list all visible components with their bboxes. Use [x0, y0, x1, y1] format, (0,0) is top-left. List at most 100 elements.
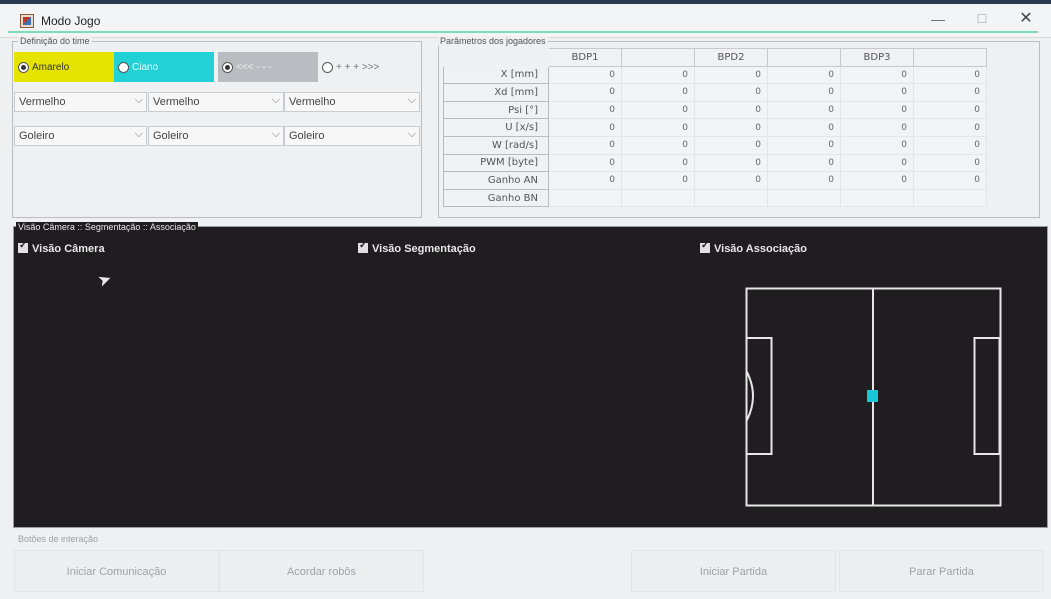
minimize-button[interactable]: —	[918, 6, 958, 32]
table-cell[interactable]	[694, 188, 768, 208]
table-cell[interactable]: 0	[621, 171, 695, 190]
column-header	[913, 48, 987, 67]
team-group-legend: Definição do time	[18, 36, 92, 46]
role-select-2[interactable]: Goleiro ⌵	[148, 126, 284, 146]
start-match-button[interactable]: Iniciar Partida	[631, 550, 836, 592]
radio-amarelo[interactable]: Amarelo	[14, 52, 114, 82]
radio-dot-icon	[222, 62, 233, 73]
table-cell[interactable]: 0	[621, 118, 695, 137]
table-cell[interactable]: 0	[548, 153, 622, 173]
table-cell[interactable]: 0	[913, 100, 987, 120]
start-communication-button[interactable]: Iniciar Comunicação	[14, 550, 219, 592]
table-cell[interactable]: 0	[621, 83, 695, 102]
table-row: PWM [byte] 0 0 0 0 0 0	[443, 153, 987, 173]
table-cell[interactable]: 0	[767, 118, 841, 137]
table-row: Xd [mm] 0 0 0 0 0 0	[443, 83, 987, 102]
table-cell[interactable]: 0	[694, 171, 768, 190]
column-header	[621, 48, 695, 67]
wake-robots-button[interactable]: Acordar robôs	[219, 550, 424, 592]
table-cell[interactable]: 0	[767, 135, 841, 155]
table-cell[interactable]: 0	[767, 100, 841, 120]
row-label: Ganho AN	[443, 171, 549, 190]
chevron-down-icon: ⌵	[407, 94, 416, 106]
maximize-button[interactable]: ☐	[962, 6, 1002, 32]
table-cell[interactable]: 0	[694, 153, 768, 173]
table-cell[interactable]: 0	[621, 65, 695, 85]
table-cell[interactable]: 0	[840, 153, 914, 173]
radio-right-label: + + + >>>	[336, 62, 380, 74]
table-cell[interactable]: 0	[694, 83, 768, 102]
table-cell[interactable]: 0	[840, 118, 914, 137]
table-cell[interactable]: 0	[913, 118, 987, 137]
player-parameters-table: BDP1 BPD2 BDP3 X [mm] 0 0 0 0 0 0 Xd [mm…	[443, 48, 987, 208]
checkbox-segmentation-view[interactable]: Visão Segmentação	[358, 240, 476, 255]
table-cell[interactable]: 0	[621, 153, 695, 173]
table-cell[interactable]: 0	[548, 65, 622, 85]
table-cell[interactable]: 0	[548, 118, 622, 137]
table-cell[interactable]: 0	[548, 83, 622, 102]
ball-marker	[867, 390, 878, 402]
radio-ciano[interactable]: Ciano	[114, 52, 214, 82]
color-select-1[interactable]: Vermelho ⌵	[14, 92, 147, 112]
row-label: PWM [byte]	[443, 153, 549, 173]
column-header: BDP1	[548, 48, 622, 67]
row-label: U [x/s]	[443, 118, 549, 137]
row-label: Xd [mm]	[443, 83, 549, 102]
table-cell[interactable]	[621, 188, 695, 208]
radio-left-label: <<< - - -	[236, 62, 272, 74]
role-select-1-value: Goleiro	[19, 130, 55, 142]
radio-direction-right[interactable]: + + + >>>	[318, 52, 418, 82]
role-select-3[interactable]: Goleiro ⌵	[284, 126, 420, 146]
player-parameters-legend: Parâmetros dos jogadores	[438, 36, 548, 46]
color-select-3-value: Vermelho	[289, 96, 336, 108]
chevron-down-icon: ⌵	[134, 94, 143, 106]
checkbox-icon	[358, 240, 368, 253]
radio-dot-icon	[18, 62, 29, 73]
stop-match-button[interactable]: Parar Partida	[839, 550, 1044, 592]
table-row: Psi [°] 0 0 0 0 0 0	[443, 100, 987, 120]
table-cell[interactable]: 0	[913, 65, 987, 85]
close-button[interactable]: ✕	[1006, 6, 1046, 32]
table-cell[interactable]	[548, 188, 622, 208]
table-cell[interactable]: 0	[694, 118, 768, 137]
table-cell[interactable]: 0	[621, 100, 695, 120]
table-cell[interactable]: 0	[767, 171, 841, 190]
role-select-2-value: Goleiro	[153, 130, 189, 142]
left-goal-area	[745, 337, 773, 455]
table-cell[interactable]: 0	[840, 135, 914, 155]
table-cell[interactable]: 0	[767, 83, 841, 102]
table-cell[interactable]: 0	[621, 135, 695, 155]
color-select-2[interactable]: Vermelho ⌵	[148, 92, 284, 112]
table-cell[interactable]: 0	[767, 153, 841, 173]
table-cell[interactable]: 0	[694, 135, 768, 155]
table-cell[interactable]	[913, 188, 987, 208]
accent-divider	[8, 31, 1038, 33]
table-cell[interactable]: 0	[548, 100, 622, 120]
table-cell[interactable]: 0	[840, 100, 914, 120]
role-select-1[interactable]: Goleiro ⌵	[14, 126, 147, 146]
row-label: X [mm]	[443, 65, 549, 85]
table-cell[interactable]: 0	[913, 135, 987, 155]
chevron-down-icon: ⌵	[407, 128, 416, 140]
table-cell[interactable]: 0	[548, 135, 622, 155]
checkbox-camera-view[interactable]: Visão Câmera	[18, 240, 105, 255]
color-select-3[interactable]: Vermelho ⌵	[284, 92, 420, 112]
checkbox-camera-label: Visão Câmera	[32, 243, 105, 255]
checkbox-icon	[700, 240, 710, 253]
table-cell[interactable]: 0	[913, 83, 987, 102]
checkbox-association-view[interactable]: Visão Associação	[700, 240, 807, 255]
table-cell[interactable]: 0	[840, 65, 914, 85]
camera-panel-legend: Visão Câmera :: Segmentação :: Associaçã…	[16, 222, 198, 232]
table-cell[interactable]: 0	[913, 171, 987, 190]
table-cell[interactable]: 0	[840, 171, 914, 190]
table-cell[interactable]: 0	[548, 171, 622, 190]
table-cell[interactable]: 0	[694, 100, 768, 120]
table-cell[interactable]: 0	[694, 65, 768, 85]
table-cell[interactable]: 0	[913, 153, 987, 173]
table-cell[interactable]	[840, 188, 914, 208]
radio-direction-left[interactable]: <<< - - -	[218, 52, 318, 82]
table-cell[interactable]: 0	[767, 65, 841, 85]
row-label: W [rad/s]	[443, 135, 549, 155]
table-cell[interactable]	[767, 188, 841, 208]
table-cell[interactable]: 0	[840, 83, 914, 102]
